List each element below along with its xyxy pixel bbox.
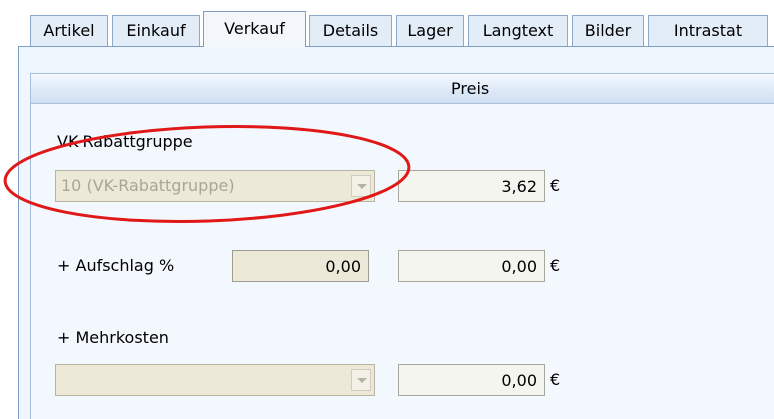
tab-langtext[interactable]: Langtext: [468, 15, 568, 46]
tab-label: Langtext: [482, 21, 554, 40]
tab-label: Lager: [407, 21, 453, 40]
tab-verkauf[interactable]: Verkauf: [203, 11, 306, 47]
chevron-down-icon: [357, 378, 367, 383]
rabattgruppe-amount-field[interactable]: 3,62: [398, 170, 545, 202]
tab-bilder[interactable]: Bilder: [572, 15, 644, 46]
mehrkosten-combo[interactable]: [55, 364, 375, 396]
tab-artikel[interactable]: Artikel: [30, 15, 108, 46]
mehrkosten-currency: €: [550, 370, 561, 389]
mehrkosten-dropdown-button[interactable]: [351, 369, 371, 391]
tab-details[interactable]: Details: [309, 15, 392, 46]
aufschlag-percent-field[interactable]: 0,00: [232, 250, 369, 282]
tab-label: Artikel: [43, 21, 95, 40]
tab-intrastat[interactable]: Intrastat: [648, 15, 768, 46]
tab-label: Details: [322, 21, 379, 40]
mehrkosten-amount-field[interactable]: 0,00: [398, 364, 545, 396]
group-header: Preis: [31, 74, 774, 104]
rabattgruppe-currency: €: [550, 176, 561, 195]
aufschlag-label: + Aufschlag %: [57, 256, 175, 275]
mehrkosten-label: + Mehrkosten: [57, 328, 169, 347]
aufschlag-amount-field[interactable]: 0,00: [398, 250, 545, 282]
tab-label: Verkauf: [224, 19, 285, 38]
tab-label: Einkauf: [126, 21, 186, 40]
tab-lager[interactable]: Lager: [396, 15, 464, 46]
highlight-ellipse: [3, 125, 411, 223]
group-title: Preis: [451, 79, 490, 98]
tab-einkauf[interactable]: Einkauf: [112, 15, 200, 46]
tab-bar: Artikel Einkauf Verkauf Details Lager La…: [0, 0, 774, 47]
tab-label: Intrastat: [673, 21, 743, 40]
aufschlag-currency: €: [550, 256, 561, 275]
tab-label: Bilder: [584, 21, 632, 40]
